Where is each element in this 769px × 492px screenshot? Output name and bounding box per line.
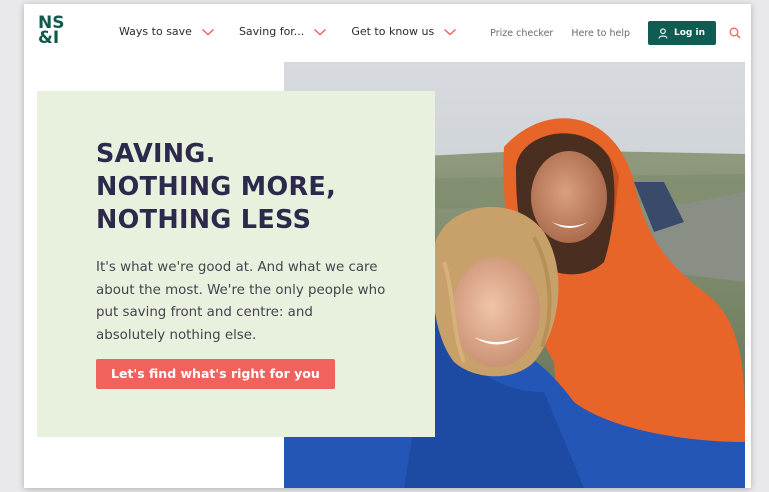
hero-title: SAVING. NOTHING MORE, NOTHING LESS — [96, 138, 416, 237]
login-button[interactable]: Log in — [648, 21, 716, 45]
site-header: NS &I Ways to save Saving for... Get to … — [24, 4, 751, 62]
chevron-down-icon — [314, 28, 327, 35]
nav-item-saving-for[interactable]: Saving for... — [239, 25, 327, 38]
search-icon[interactable] — [729, 27, 741, 39]
hero-title-line-2: NOTHING MORE, — [96, 172, 337, 202]
chevron-down-icon — [201, 28, 214, 35]
user-icon — [658, 27, 668, 39]
hero-title-line-3: NOTHING LESS — [96, 205, 312, 235]
nav-item-label: Get to know us — [351, 25, 435, 38]
here-to-help-link[interactable]: Here to help — [571, 28, 630, 39]
utility-nav: Prize checker Here to help Log in — [490, 21, 741, 45]
nsi-logo[interactable]: NS &I — [38, 15, 64, 48]
hero-title-line-1: SAVING. — [96, 139, 216, 169]
nav-item-get-to-know-us[interactable]: Get to know us — [351, 25, 457, 38]
nav-item-label: Saving for... — [238, 25, 305, 38]
nav-item-label: Ways to save — [119, 25, 192, 38]
hero-card: SAVING. NOTHING MORE, NOTHING LESS It's … — [37, 91, 435, 437]
browser-page: NS &I Ways to save Saving for... Get to … — [24, 4, 751, 488]
logo-line-2: &I — [38, 28, 60, 48]
login-label: Log in — [674, 28, 705, 38]
nav-item-ways-to-save[interactable]: Ways to save — [119, 25, 215, 38]
find-right-for-you-button[interactable]: Let's find what's right for you — [96, 359, 335, 389]
main-nav: Ways to save Saving for... Get to know u… — [119, 25, 481, 38]
chevron-down-icon — [444, 28, 457, 35]
hero-description: It's what we're good at. And what we car… — [96, 260, 386, 343]
prize-checker-link[interactable]: Prize checker — [490, 28, 553, 39]
